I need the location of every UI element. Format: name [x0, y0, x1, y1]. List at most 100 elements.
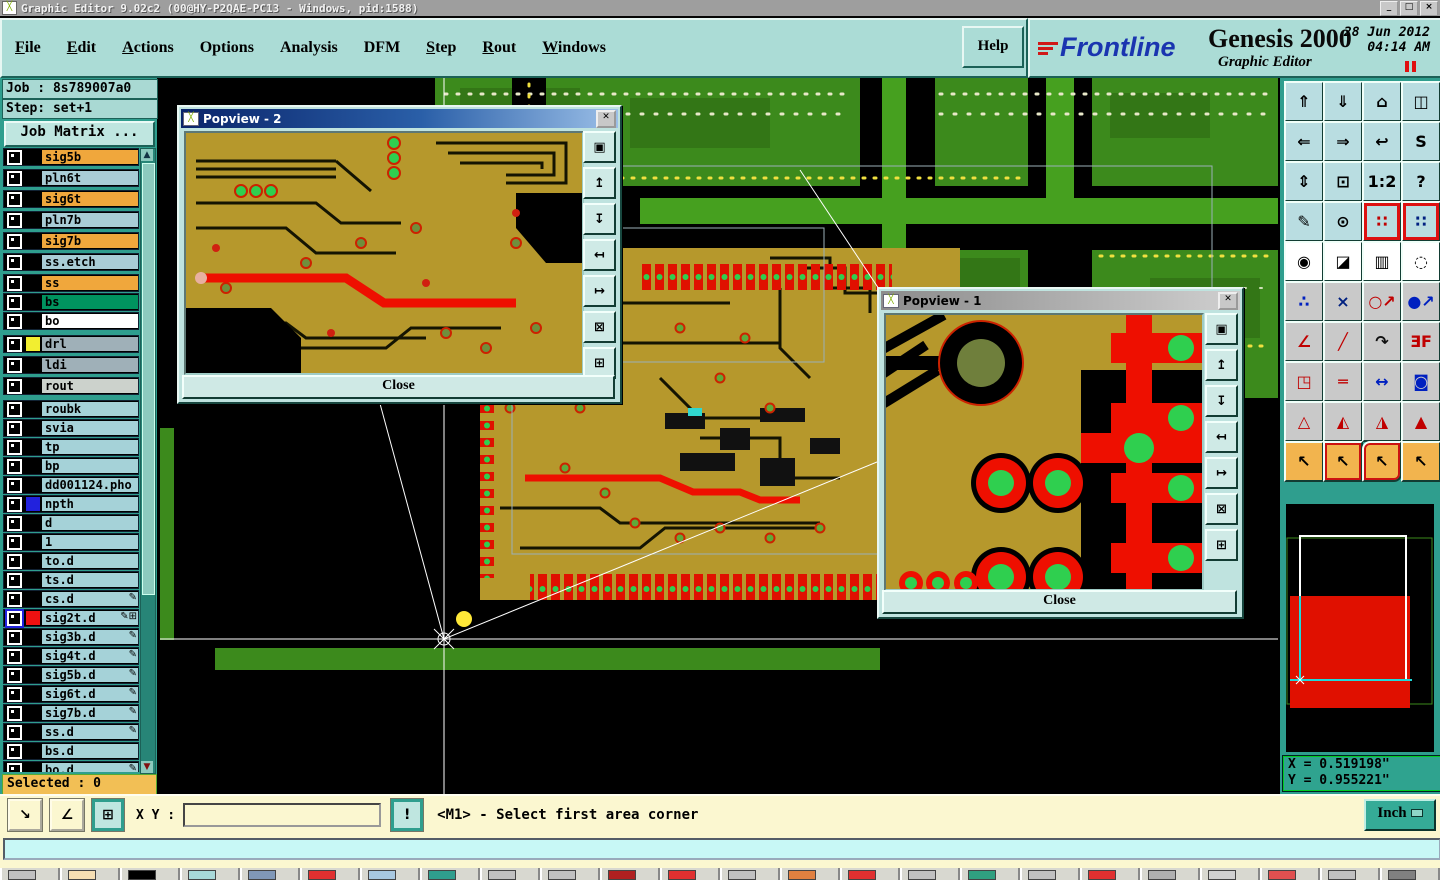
layer-checkbox[interactable] — [7, 233, 22, 249]
zoom-out-view-icon[interactable]: ⇓ — [1323, 81, 1363, 122]
select-net-icon[interactable]: ↖ — [1401, 441, 1440, 482]
palette-swatch[interactable] — [900, 868, 960, 880]
layer-checkbox[interactable] — [7, 553, 22, 569]
menu-options[interactable]: Options — [187, 39, 267, 57]
pan-right-icon[interactable]: ↦ — [1205, 457, 1238, 489]
palette-swatch[interactable] — [120, 868, 180, 880]
home-view-icon[interactable]: ⌂ — [1362, 81, 1402, 122]
layer-name[interactable]: roubk — [42, 402, 138, 416]
arrow-tool-3-icon[interactable]: ◮ — [1362, 401, 1402, 442]
layer-name[interactable]: ss.etch — [42, 255, 138, 269]
sig2t.d[interactable]: sig2t.d ✎⊞ — [3, 608, 139, 628]
previous-view-icon[interactable]: ↩ — [1362, 121, 1402, 162]
layer-name[interactable]: tp — [42, 440, 138, 454]
measure-angle-icon[interactable]: ∠ — [1284, 321, 1324, 362]
ss.d[interactable]: ss.d ✎ — [3, 723, 139, 741]
sig3b.d[interactable]: sig3b.d ✎ — [3, 628, 139, 646]
zoom-out-icon[interactable]: ↧ — [1205, 385, 1238, 417]
select-in-frame-icon[interactable]: ↖ — [1323, 441, 1363, 482]
zoom-expand-icon[interactable]: ⇕ — [1284, 161, 1324, 202]
sig7b[interactable]: sig7b — [3, 232, 139, 250]
palette-swatch[interactable] — [1380, 868, 1440, 880]
layer-checkbox[interactable] — [7, 477, 22, 493]
layer-name[interactable]: svia — [42, 421, 138, 435]
layer-name[interactable]: bs — [42, 295, 138, 309]
popview-1-close-button[interactable]: Close — [882, 590, 1237, 614]
sig5b[interactable]: sig5b — [3, 148, 139, 166]
menu-actions[interactable]: Actions — [109, 39, 187, 57]
menu-rout[interactable]: Rout — [469, 39, 529, 57]
ts.d[interactable]: ts.d — [3, 571, 139, 589]
units-dropdown[interactable]: Inch — [1364, 799, 1436, 831]
zoom-in-icon[interactable]: ↥ — [1205, 349, 1238, 381]
layer-name[interactable]: sig3b.d — [42, 630, 138, 644]
measure-ok-icon[interactable]: ∠ — [49, 798, 85, 832]
popview-1-viewport[interactable] — [884, 313, 1204, 591]
pan-right-icon[interactable]: ⇒ — [1323, 121, 1363, 162]
layer-checkbox[interactable] — [7, 629, 22, 645]
measure-slope-icon[interactable]: ╱ — [1323, 321, 1363, 362]
layer-checkbox[interactable] — [7, 572, 22, 588]
d[interactable]: d — [3, 514, 139, 532]
to.d[interactable]: to.d — [3, 552, 139, 570]
window-titlebar[interactable]: ╳ Graphic Editor 9.02c2 (00@HY-P2QAE-PC1… — [0, 0, 1440, 16]
layer-name[interactable]: sig5b — [42, 150, 138, 164]
ss.etch[interactable]: ss.etch — [3, 253, 139, 271]
layer-name[interactable]: sig4t.d — [42, 649, 138, 663]
detach-view-icon[interactable]: ▣ — [1205, 313, 1238, 345]
palette-swatch[interactable] — [240, 868, 300, 880]
job-matrix-button[interactable]: Job Matrix ... — [4, 121, 155, 147]
sig7b.d[interactable]: sig7b.d ✎ — [3, 704, 139, 722]
arrow-tool-1-icon[interactable]: △ — [1284, 401, 1324, 442]
roubk[interactable]: roubk — [3, 400, 139, 418]
zoom-fit-icon[interactable]: ⊠ — [583, 311, 616, 343]
layer-scrollbar[interactable]: ▲ ▼ — [140, 148, 156, 774]
popview-2-close-button[interactable]: Close — [182, 375, 615, 399]
palette-swatch[interactable] — [1260, 868, 1320, 880]
popview-2-titlebar[interactable]: ╳ Popview - 2 ✕ — [181, 109, 618, 128]
palette-swatch[interactable] — [1080, 868, 1140, 880]
scrollbar-thumb[interactable] — [142, 163, 155, 595]
layer-checkbox[interactable] — [7, 496, 22, 512]
palette-swatch[interactable] — [960, 868, 1020, 880]
layer-name[interactable]: 1 — [42, 535, 138, 549]
palette-swatch[interactable] — [480, 868, 540, 880]
bo.d[interactable]: bo.d ✎ — [3, 761, 139, 772]
measure-ruler-icon[interactable]: ▥ — [1362, 241, 1402, 282]
palette-swatch[interactable] — [60, 868, 120, 880]
net-probe-b-icon[interactable]: ∷ — [1401, 201, 1440, 242]
layer-name[interactable]: pln6t — [42, 171, 138, 185]
delete-feature-icon[interactable]: × — [1323, 281, 1363, 322]
xy-input[interactable] — [183, 803, 382, 827]
layer-checkbox[interactable] — [5, 608, 24, 628]
zoom-in-view-icon[interactable]: ⇑ — [1284, 81, 1324, 122]
layer-checkbox[interactable] — [7, 170, 22, 186]
zoom-in-icon[interactable]: ↥ — [583, 167, 616, 199]
copy-to-layer-icon[interactable]: ◳ — [1284, 361, 1324, 402]
palette-swatch[interactable] — [360, 868, 420, 880]
layer-name[interactable]: bp — [42, 459, 138, 473]
layer-checkbox[interactable] — [7, 275, 22, 291]
cs.d[interactable]: cs.d ✎ — [3, 590, 139, 608]
sig5b.d[interactable]: sig5b.d ✎ — [3, 666, 139, 684]
layer-checkbox[interactable] — [7, 534, 22, 550]
layer-checkbox[interactable] — [7, 313, 22, 329]
dd001124.pho[interactable]: dd001124.pho — [3, 476, 139, 494]
layer-checkbox[interactable] — [7, 458, 22, 474]
origin-probe-icon[interactable]: ⊙ — [1323, 201, 1363, 242]
palette-swatch[interactable] — [720, 868, 780, 880]
palette-swatch[interactable] — [420, 868, 480, 880]
layer-checkbox[interactable] — [7, 212, 22, 228]
npth[interactable]: npth — [3, 495, 139, 513]
layer-checkbox[interactable] — [7, 401, 22, 417]
palette-swatch[interactable] — [1140, 868, 1200, 880]
palette-swatch[interactable] — [540, 868, 600, 880]
rotate-arc-icon[interactable]: ↷ — [1362, 321, 1402, 362]
layer-name[interactable]: dd001124.pho — [42, 478, 138, 492]
zoom-out-icon[interactable]: ↧ — [583, 203, 616, 235]
layer-name[interactable]: to.d — [42, 554, 138, 568]
popview-2-window[interactable]: ╳ Popview - 2 ✕ ▣ ↥ ↧ ↤ ↦ ⊠ ⊞ Close — [177, 105, 622, 404]
layer-name[interactable]: pln7b — [42, 213, 138, 227]
layer-checkbox[interactable] — [7, 743, 22, 759]
layer-checkbox[interactable] — [7, 686, 22, 702]
